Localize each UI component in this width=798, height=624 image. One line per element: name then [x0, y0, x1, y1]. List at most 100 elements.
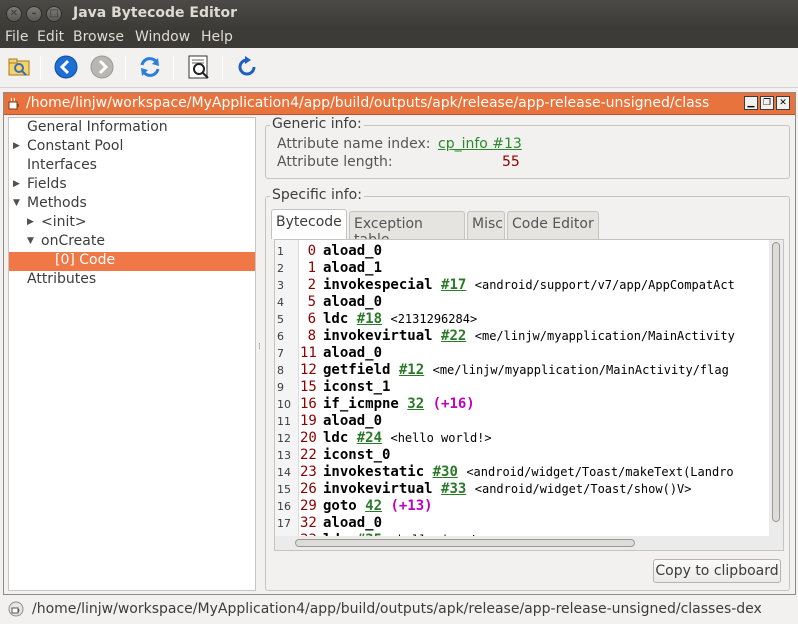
frame-close-button[interactable]: ✕ — [776, 96, 790, 110]
status-bar: /home/linjw/workspace/MyApplication4/app… — [0, 597, 798, 624]
open-file-icon[interactable] — [6, 54, 32, 80]
tab-code-editor[interactable]: Code Editor — [507, 211, 599, 239]
instruction-comment: <2131296284> — [390, 312, 478, 326]
bytecode-offset: 22 — [300, 447, 317, 463]
instruction: aload_0 — [323, 515, 382, 531]
bytecode-offset: 11 — [300, 345, 317, 361]
instruction-argument-link[interactable]: #30 — [433, 464, 458, 480]
menu-bar: File Edit Browse Window Help — [0, 28, 798, 48]
instruction: ldc #18 <2131296284> — [323, 311, 477, 327]
attribute-name-link[interactable]: cp_info #13 — [438, 136, 522, 152]
bytecode-offset: 32 — [300, 515, 317, 531]
instruction-argument-link[interactable]: #18 — [357, 311, 382, 327]
instruction: aload_0 — [323, 294, 382, 310]
instruction: invokevirtual #22 <me/linjw/myapplicatio… — [323, 328, 735, 344]
menu-file[interactable]: File — [5, 29, 28, 45]
instruction-argument-link[interactable]: #17 — [441, 277, 466, 293]
toolbar-separator — [222, 56, 223, 80]
instruction: invokevirtual #33 <android/widget/Toast/… — [323, 481, 692, 497]
menu-help[interactable]: Help — [201, 29, 233, 45]
browse-icon[interactable] — [186, 54, 212, 80]
opcode: aload_0 — [323, 243, 383, 259]
close-window-button[interactable]: ✕ — [6, 6, 22, 22]
back-icon[interactable] — [53, 54, 79, 80]
instruction-argument-link[interactable]: #24 — [357, 430, 382, 446]
bytecode-offset: 16 — [300, 396, 317, 412]
opcode: aload_1 — [323, 260, 383, 276]
instruction: aload_1 — [323, 260, 382, 276]
refresh-icon[interactable] — [234, 54, 260, 80]
line-number: 3 — [277, 279, 284, 292]
split-pane-divider[interactable]: ⁞ — [258, 117, 264, 591]
collapse-arrow-icon[interactable]: ▼ — [27, 236, 34, 246]
bytecode-offset: 29 — [300, 498, 317, 514]
bytecode-offset: 19 — [300, 413, 317, 429]
opcode: iconst_1 — [323, 379, 391, 395]
instruction-argument-link[interactable]: 42 — [365, 498, 382, 514]
frame-minimize-button[interactable]: ▁ — [744, 96, 758, 110]
menu-browse[interactable]: Browse — [73, 29, 124, 45]
window-title: Java Bytecode Editor — [73, 5, 237, 21]
line-number: 12 — [277, 432, 291, 445]
horizontal-scroll-thumb[interactable] — [295, 539, 635, 547]
menu-edit[interactable]: Edit — [37, 29, 64, 45]
instruction: iconst_1 — [323, 379, 390, 395]
opcode: getfield — [323, 362, 391, 378]
instruction-comment: <android/widget/Toast/show()V> — [474, 482, 692, 496]
specific-info-group: Specific info: Bytecode Exception table … — [265, 187, 790, 591]
line-number: 5 — [277, 313, 284, 326]
toolbar-separator — [40, 56, 41, 80]
horizontal-scrollbar[interactable] — [275, 536, 783, 550]
forward-icon[interactable] — [89, 54, 115, 80]
bytecode-offset: 26 — [300, 481, 317, 497]
menu-window[interactable]: Window — [135, 29, 190, 45]
opcode: aload_0 — [323, 345, 383, 361]
expand-arrow-icon[interactable]: ▶ — [13, 179, 20, 189]
opcode: aload_0 — [323, 294, 383, 310]
expand-arrow-icon[interactable]: ▶ — [27, 217, 34, 227]
instruction: ldc #24 <hello world!> — [323, 430, 492, 446]
opcode: iconst_0 — [323, 447, 391, 463]
bytecode-offset: 6 — [307, 311, 316, 327]
tab-misc[interactable]: Misc — [467, 211, 505, 239]
opcode: ldc — [323, 430, 349, 446]
structure-tree: General Information ▶ Constant Pool Inte… — [8, 117, 256, 591]
copy-to-clipboard-button[interactable]: Copy to clipboard — [653, 559, 781, 583]
toolbar-separator — [125, 56, 126, 80]
vertical-scrollbar[interactable] — [769, 240, 783, 550]
attribute-length-label: Attribute length: — [277, 154, 393, 170]
opcode: invokespecial — [323, 277, 433, 293]
line-number: 9 — [277, 381, 284, 394]
instruction: iconst_0 — [323, 447, 390, 463]
instruction-comment: <android/widget/Toast/makeText(Landro — [466, 465, 734, 479]
maximize-window-button[interactable]: □ — [46, 6, 62, 22]
bytecode-offset: 8 — [307, 328, 316, 344]
collapse-arrow-icon[interactable]: ▼ — [13, 198, 20, 208]
frame-title-bar[interactable]: /home/linjw/workspace/MyApplication4/app… — [4, 93, 795, 115]
bytecode-view[interactable]: 1 0 aload_0 2 1 aload_1 3 2 invokespecial #17 <a… — [274, 239, 784, 551]
line-number: 17 — [277, 517, 291, 530]
opcode: invokevirtual — [323, 328, 433, 344]
instruction-argument-link[interactable]: #33 — [441, 481, 466, 497]
instruction: aload_0 — [323, 243, 382, 259]
line-number: 2 — [277, 262, 284, 275]
bytecode-offset: 12 — [300, 362, 317, 378]
attribute-name-label: Attribute name index: — [277, 136, 431, 152]
reload-icon[interactable] — [137, 54, 163, 80]
tab-strip: Bytecode Exception table Misc Code Edito… — [271, 209, 786, 248]
instruction-argument-link[interactable]: 32 — [407, 396, 424, 412]
opcode: aload_0 — [323, 413, 383, 429]
frame-restore-button[interactable]: ❐ — [760, 96, 774, 110]
expand-arrow-icon[interactable]: ▶ — [13, 141, 20, 151]
line-number: 6 — [277, 330, 284, 343]
status-path: /home/linjw/workspace/MyApplication4/app… — [32, 601, 762, 617]
vertical-scroll-thumb[interactable] — [772, 242, 780, 522]
minimize-window-button[interactable]: – — [26, 6, 42, 22]
bytecode-offset: 15 — [300, 379, 317, 395]
tab-bytecode[interactable]: Bytecode — [271, 209, 347, 239]
instruction-argument-link[interactable]: #22 — [441, 328, 466, 344]
instruction-argument-link[interactable]: #12 — [399, 362, 424, 378]
tree-item-code[interactable]: [0] Code — [9, 252, 255, 271]
instruction: aload_0 — [323, 413, 382, 429]
tab-exception-table[interactable]: Exception table — [349, 211, 465, 248]
